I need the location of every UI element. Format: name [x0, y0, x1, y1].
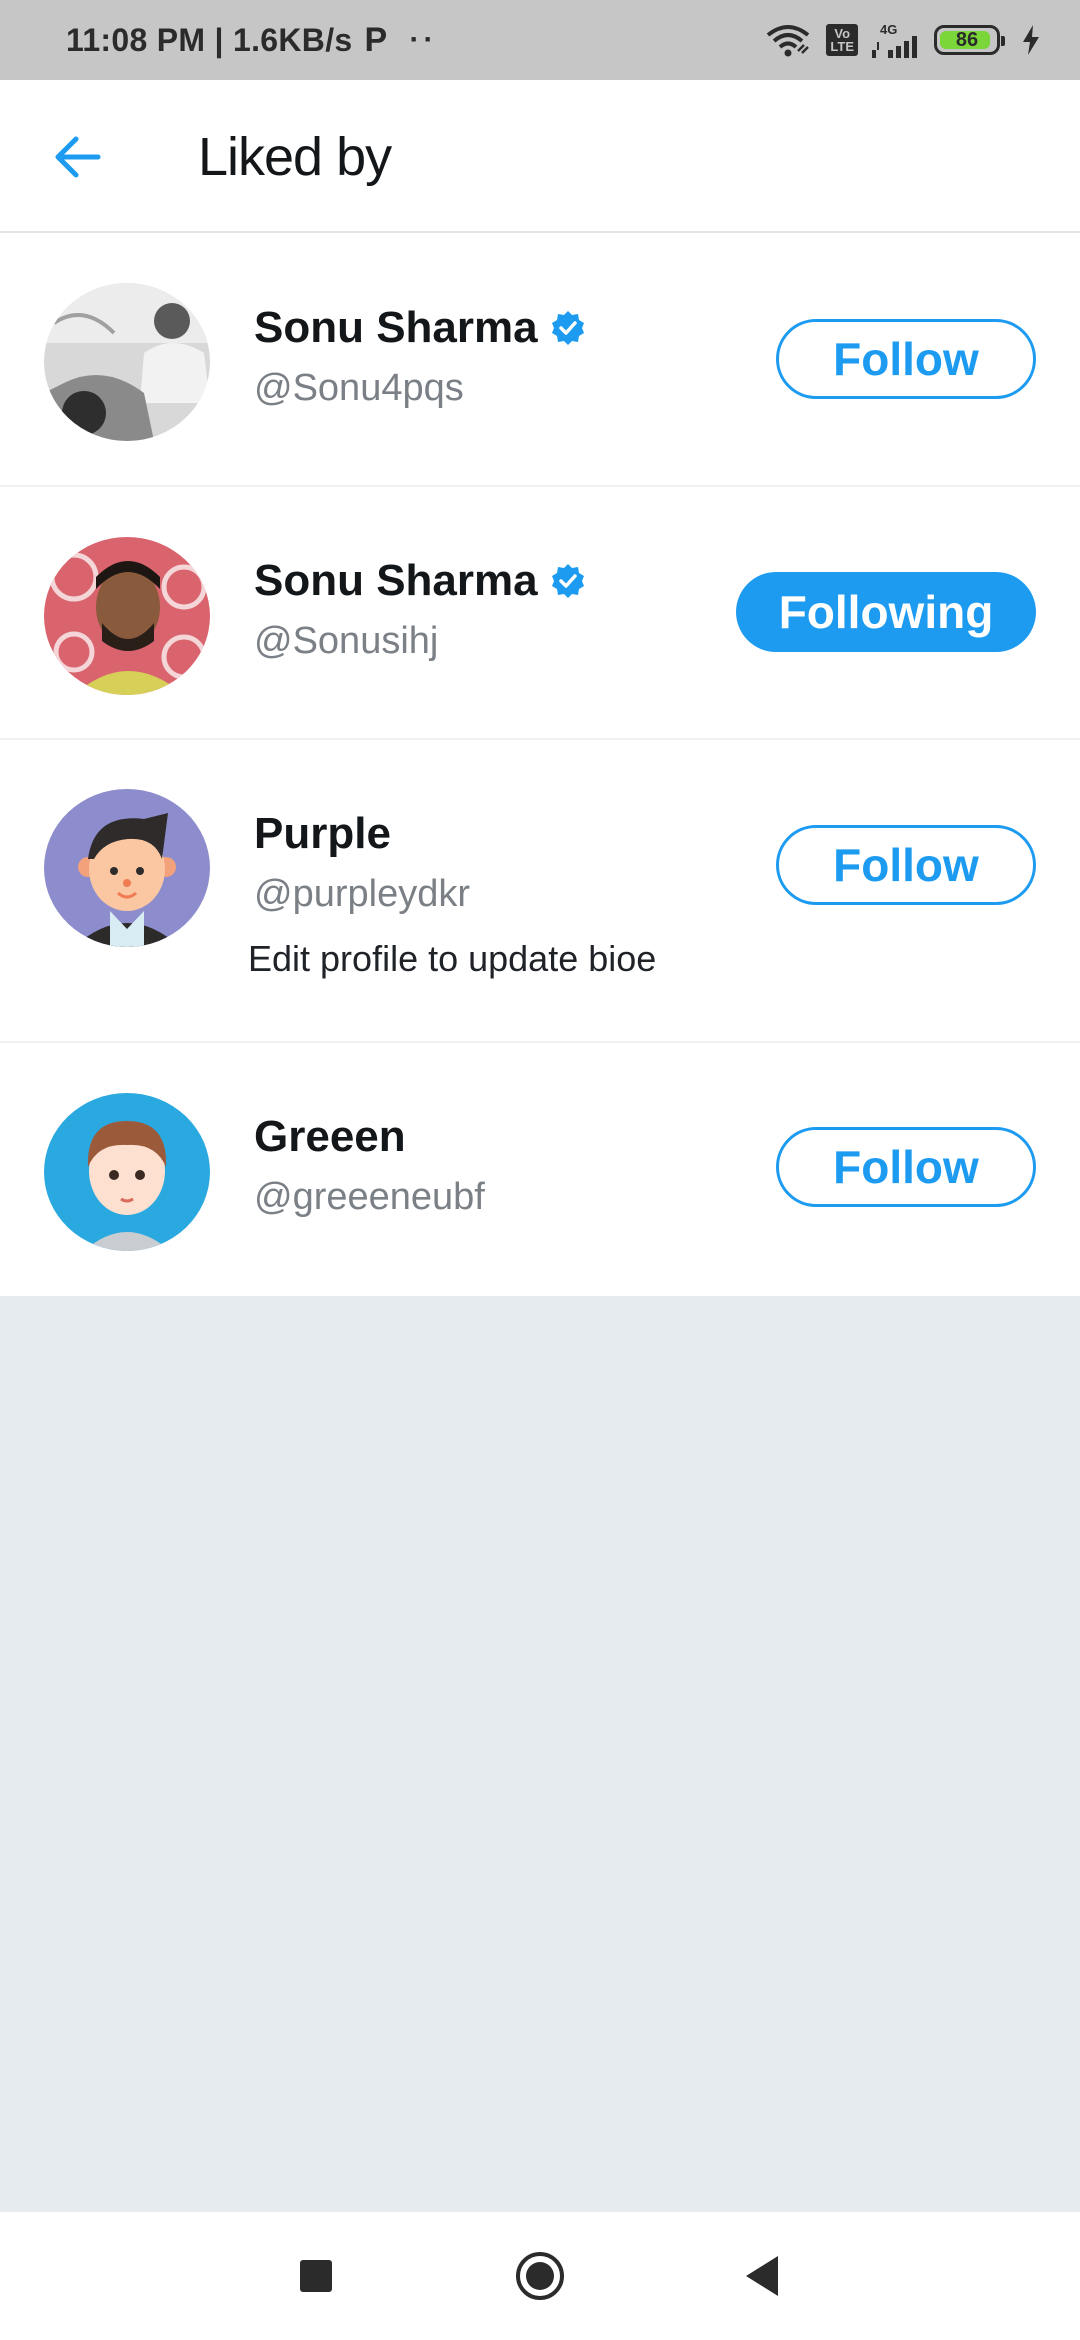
follow-button[interactable]: Follow: [776, 1127, 1036, 1207]
user-handle: @Sonusihj: [254, 620, 439, 662]
signal-icon: 4G: [872, 23, 920, 58]
recents-square-icon[interactable]: [300, 2260, 332, 2292]
user-name[interactable]: Sonu Sharma: [254, 556, 538, 606]
header: Liked by: [0, 80, 1080, 233]
user-name[interactable]: Greeen: [254, 1112, 406, 1162]
name-line: Sonu Sharma: [254, 303, 586, 353]
back-triangle-icon[interactable]: [742, 2252, 782, 2300]
user-list: Sonu Sharma @Sonu4pqs Follow Sonu Sharma…: [0, 233, 1080, 1296]
volte-icon: Vo LTE: [826, 24, 858, 56]
user-name[interactable]: Purple: [254, 809, 391, 859]
name-line: Purple: [254, 809, 391, 859]
status-right: Vo LTE 4G 86: [764, 23, 1040, 58]
network-type: 4G: [880, 21, 898, 37]
user-row[interactable]: Greeen @greeeneubf Follow: [0, 1043, 1080, 1296]
avatar[interactable]: [44, 1093, 210, 1251]
name-line: Sonu Sharma: [254, 556, 586, 606]
user-handle: @greeeneubf: [254, 1176, 485, 1218]
status-time-speed: 11:08 PM | 1.6KB/s: [66, 21, 353, 58]
name-line: Greeen: [254, 1112, 406, 1162]
follow-button[interactable]: Follow: [776, 825, 1036, 905]
user-row[interactable]: Purple @purpleydkr Edit profile to updat…: [0, 740, 1080, 1043]
arrow-left-icon[interactable]: [50, 130, 104, 184]
p-app-icon: P: [364, 20, 388, 59]
verified-badge-icon: [551, 564, 584, 598]
more-notifications-icon: ··: [409, 23, 438, 56]
page-title: Liked by: [198, 127, 392, 187]
wifi-icon: [767, 25, 810, 57]
avatar[interactable]: [44, 789, 210, 947]
signal-bars-icon: [872, 35, 917, 58]
charging-icon: [1023, 25, 1039, 55]
avatar[interactable]: [44, 537, 210, 695]
status-left: 11:08 PM | 1.6KB/s P ··: [66, 21, 437, 60]
battery-level: 86: [955, 28, 979, 51]
user-name[interactable]: Sonu Sharma: [254, 303, 538, 353]
user-handle: @Sonu4pqs: [254, 367, 464, 409]
user-row[interactable]: Sonu Sharma @Sonu4pqs Follow: [0, 233, 1080, 487]
user-row[interactable]: Sonu Sharma @Sonusihj Following: [0, 487, 1080, 740]
battery-icon: 86: [934, 25, 1005, 55]
user-handle: @purpleydkr: [254, 873, 470, 915]
follow-button[interactable]: Follow: [776, 319, 1036, 399]
volte-lte: LTE: [830, 39, 854, 54]
following-button[interactable]: Following: [736, 572, 1036, 652]
avatar[interactable]: [44, 283, 210, 441]
user-bio: Edit profile to update bioe: [248, 938, 657, 979]
system-nav-bar: [0, 2212, 1080, 2340]
status-bar: 11:08 PM | 1.6KB/s P ·· Vo LTE 4G 86: [0, 0, 1080, 80]
verified-badge-icon: [551, 311, 584, 345]
home-circle-icon[interactable]: [514, 2250, 566, 2302]
